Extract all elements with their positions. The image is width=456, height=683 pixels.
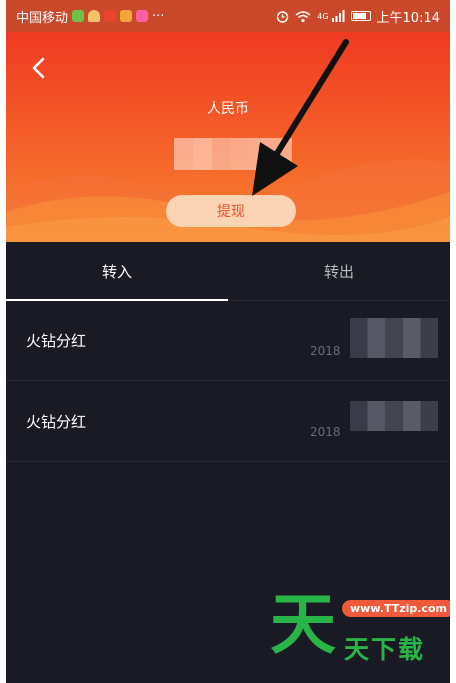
status-bar: 中国移动 ··· 4G 上午10:14	[6, 0, 450, 32]
record-title: 火钻分红	[26, 332, 87, 350]
tab-transfer-out[interactable]: 转出	[228, 242, 450, 300]
network-type: 4G	[317, 11, 329, 21]
signal-icon	[331, 10, 345, 22]
app-notification-icon	[104, 10, 117, 22]
bird-notification-icon	[88, 10, 101, 22]
watermark: 天 www.TTzip.com 天下载	[270, 590, 450, 670]
list-item[interactable]: 火钻分红 2018	[6, 381, 450, 462]
record-date: 2018	[310, 344, 341, 358]
carrier-name: 中国移动	[16, 10, 69, 26]
tab-transfer-in[interactable]: 转入	[6, 242, 228, 301]
phone-screen: 中国移动 ··· 4G 上午10:14 人民币 提现 转入 转出 火钻分红 20…	[6, 0, 450, 683]
back-arrow-icon[interactable]	[28, 56, 52, 80]
battery-icon	[350, 11, 371, 21]
alarm-icon	[277, 10, 289, 23]
record-date: 2018	[310, 425, 341, 439]
more-notifications: ···	[152, 8, 165, 24]
tab-transfer-out-label: 转出	[323, 262, 354, 281]
watermark-text: 天下载	[344, 635, 426, 664]
record-amount-blurred	[350, 401, 438, 431]
watermark-url: www.TTzip.com	[342, 600, 450, 617]
withdraw-button[interactable]: 提现	[166, 195, 296, 227]
clock: 上午10:14	[376, 10, 440, 26]
app-notification-icon	[72, 10, 85, 22]
face-notification-icon	[136, 10, 149, 22]
tab-transfer-in-label: 转入	[101, 262, 132, 281]
tab-bar: 转入 转出	[6, 242, 450, 301]
records-list: 火钻分红 2018 火钻分红 2018	[6, 300, 450, 462]
record-title: 火钻分红	[26, 413, 87, 431]
watermark-logo: 天	[270, 586, 336, 663]
app-notification-icon	[120, 10, 133, 22]
record-amount-blurred	[350, 318, 438, 358]
wifi-icon	[295, 10, 311, 22]
currency-label: 人民币	[207, 101, 249, 117]
list-item[interactable]: 火钻分红 2018	[6, 300, 450, 381]
wallet-header: 人民币 提现	[6, 32, 450, 242]
balance-amount-blurred	[174, 138, 292, 170]
